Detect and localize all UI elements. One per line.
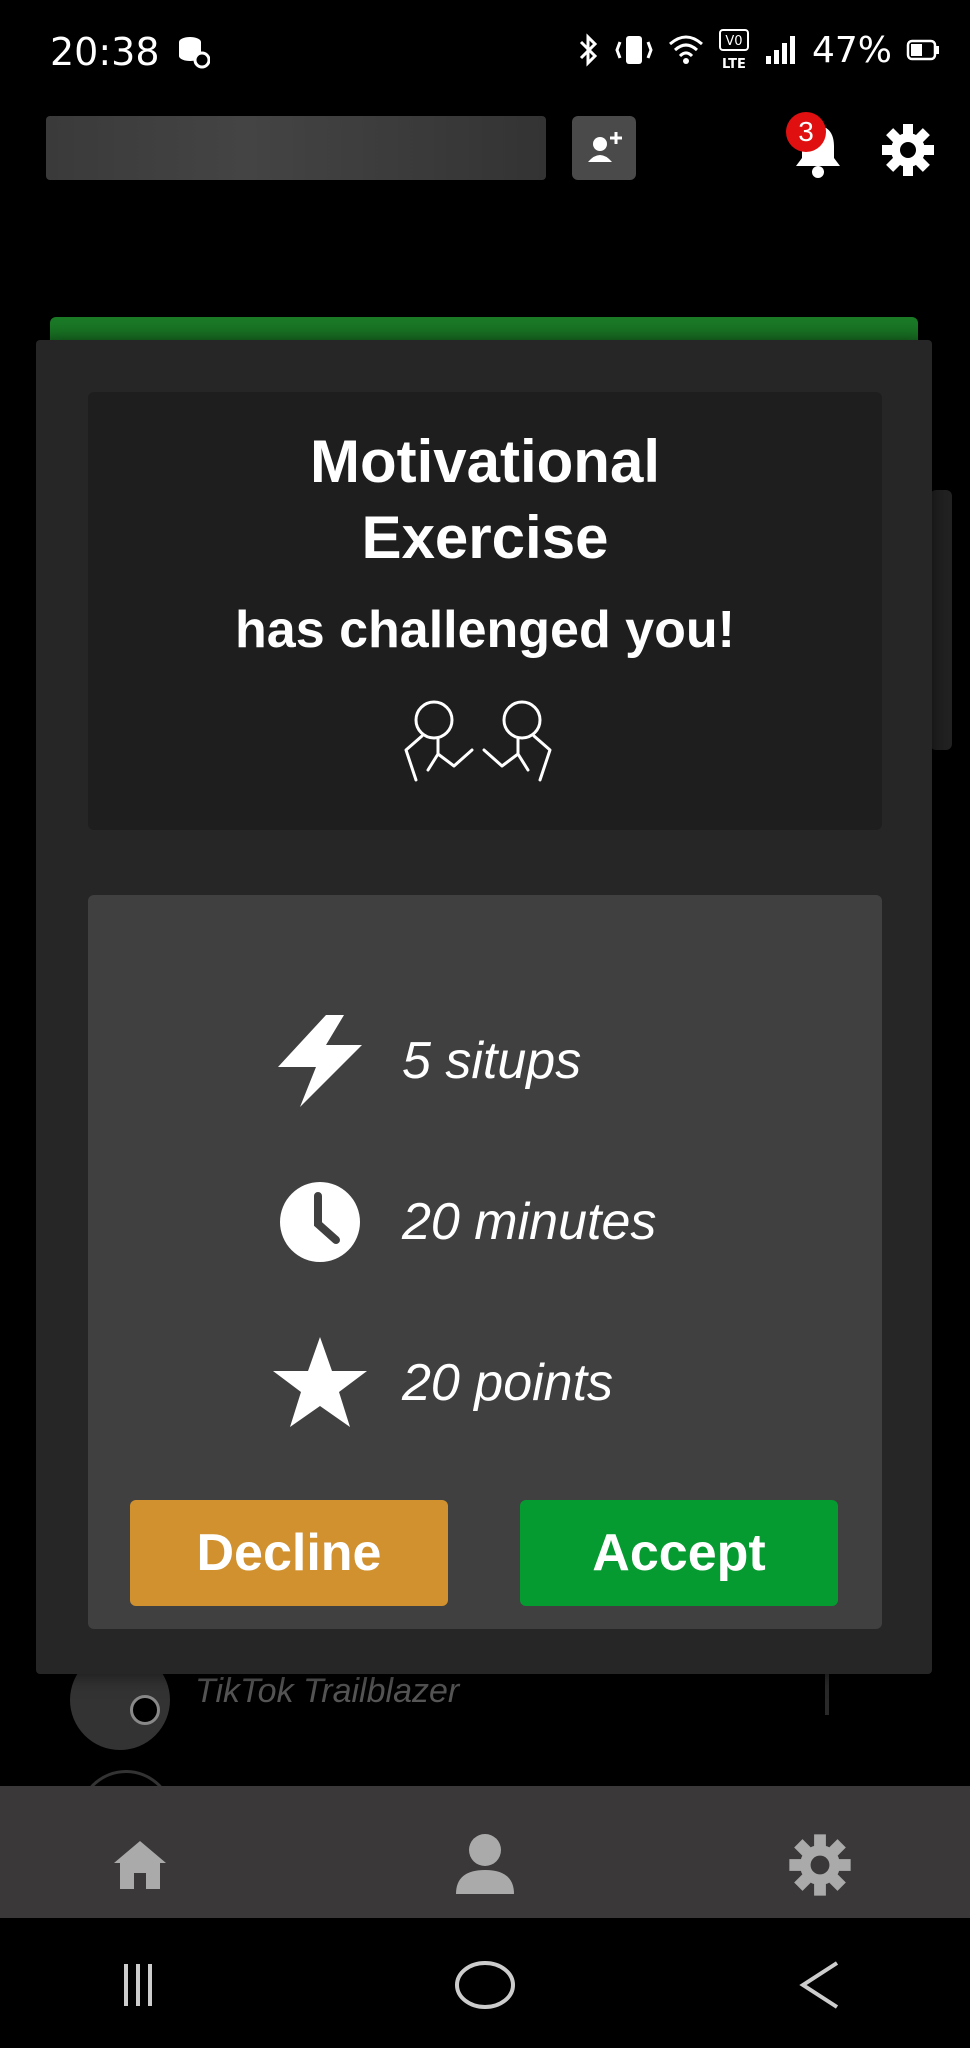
detail-points-text: 20 points bbox=[402, 1354, 614, 1412]
challenge-message: has challenged you! bbox=[235, 601, 735, 659]
arm-wrestle-icon bbox=[398, 698, 558, 788]
recents-button[interactable] bbox=[98, 1945, 178, 2025]
battery-percent: 47% bbox=[811, 29, 892, 71]
add-friend-icon bbox=[588, 132, 622, 162]
svg-text:V0: V0 bbox=[725, 34, 742, 49]
svg-text:LTE: LTE bbox=[722, 57, 746, 72]
star-icon bbox=[270, 1333, 370, 1433]
accept-button[interactable]: Accept bbox=[520, 1500, 838, 1606]
decline-button[interactable]: Decline bbox=[130, 1500, 448, 1606]
volte-icon: V0 LTE bbox=[718, 29, 749, 72]
settings-button[interactable] bbox=[880, 122, 936, 178]
wifi-icon bbox=[668, 35, 703, 64]
notification-badge: 3 bbox=[786, 112, 826, 152]
home-icon bbox=[114, 1841, 166, 1889]
back-icon bbox=[799, 1961, 839, 2009]
detail-duration-text: 20 minutes bbox=[402, 1193, 657, 1251]
background-status-dot bbox=[130, 1695, 160, 1725]
nav-profile[interactable] bbox=[450, 1830, 520, 1900]
clock-icon bbox=[270, 1172, 370, 1272]
battery-icon bbox=[906, 39, 939, 61]
detail-exercise-text: 5 situps bbox=[402, 1032, 582, 1090]
data-saver-icon bbox=[176, 34, 211, 75]
recents-icon bbox=[124, 1964, 152, 2006]
nav-settings[interactable] bbox=[785, 1830, 855, 1900]
status-time: 20:38 bbox=[50, 30, 160, 74]
search-bar[interactable] bbox=[46, 116, 546, 180]
settings-icon bbox=[789, 1834, 851, 1896]
nav-home[interactable] bbox=[105, 1830, 175, 1900]
vibrate-icon bbox=[615, 36, 653, 64]
challenge-header-card: Motivational Exercise has challenged you… bbox=[88, 392, 882, 830]
status-icons: V0 LTE 47% bbox=[578, 28, 940, 72]
detail-duration: 20 minutes bbox=[270, 1167, 656, 1277]
background-scrollbar bbox=[930, 490, 952, 750]
background-list-name: TikTok Trailblazer bbox=[195, 1672, 460, 1710]
home-circle-icon bbox=[455, 1961, 515, 2009]
home-circle-button[interactable] bbox=[445, 1945, 525, 2025]
detail-points: 20 points bbox=[270, 1328, 613, 1438]
lightning-icon bbox=[270, 1011, 370, 1111]
bluetooth-icon bbox=[579, 33, 598, 67]
add-friend-button[interactable] bbox=[572, 116, 636, 180]
signal-icon bbox=[765, 36, 795, 64]
challenger-name: Motivational Exercise bbox=[309, 428, 660, 571]
gear-icon bbox=[882, 124, 934, 176]
back-button[interactable] bbox=[780, 1945, 860, 2025]
detail-exercise: 5 situps bbox=[270, 1006, 581, 1116]
profile-icon bbox=[456, 1834, 514, 1894]
